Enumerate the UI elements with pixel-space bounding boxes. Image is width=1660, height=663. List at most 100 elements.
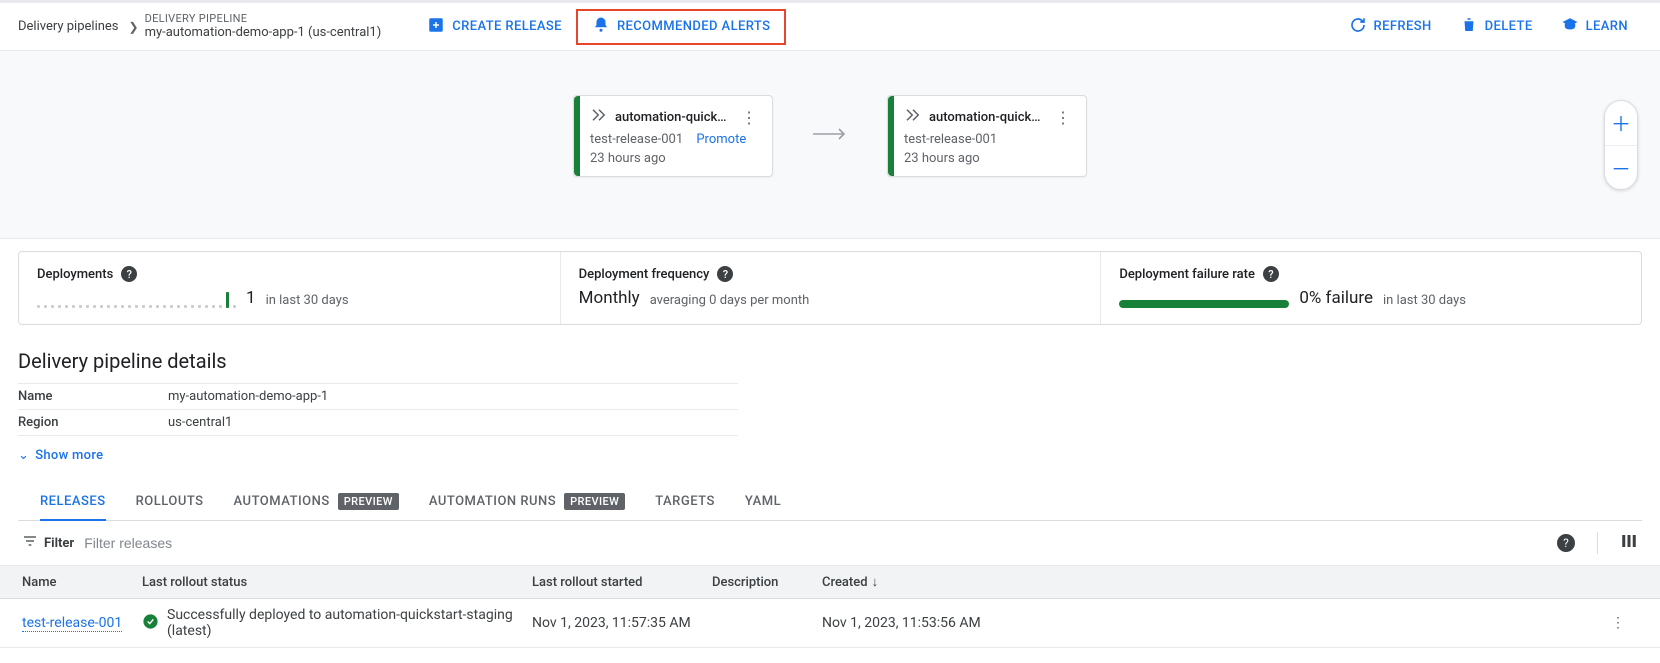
metrics-panel: Deployments ? 1 in last 30 days Deployme… — [18, 251, 1642, 325]
zoom-out-button[interactable]: － — [1605, 145, 1637, 189]
preview-badge: Preview — [338, 493, 399, 510]
fast-forward-icon — [590, 106, 608, 128]
release-created: Nov 1, 2023, 11:53:56 AM — [822, 615, 1002, 631]
breadcrumb-root[interactable]: Delivery pipelines — [18, 19, 119, 34]
filter-label: Filter — [44, 536, 74, 551]
tab-targets[interactable]: Targets — [655, 483, 715, 520]
failure-bar — [1119, 300, 1289, 308]
check-circle-icon — [142, 613, 159, 634]
release-status: Successfully deployed to automation-quic… — [142, 607, 532, 639]
details-table: Name my-automation-demo-app-1 Region us-… — [18, 383, 738, 436]
sparkline — [37, 288, 236, 308]
refresh-button[interactable]: Refresh — [1335, 9, 1446, 45]
show-more-label: Show more — [35, 448, 103, 463]
tab-rollouts[interactable]: Rollouts — [136, 483, 204, 520]
stage-release: test-release-001 — [904, 132, 997, 147]
show-more-button[interactable]: ⌄ Show more — [18, 436, 1642, 469]
chevron-right-icon: ❯ — [129, 20, 139, 34]
separator — [1597, 532, 1598, 554]
tab-bar: Releases Rollouts Automations Preview Au… — [18, 483, 1642, 521]
stage-age: 23 hours ago — [590, 151, 760, 166]
tab-label: Automation runs — [429, 494, 556, 509]
columns-icon[interactable] — [1620, 532, 1638, 554]
metric-failure-rate: Deployment failure rate ? 0% failure in … — [1100, 252, 1641, 324]
metric-value: Monthly — [579, 288, 640, 308]
metric-value: 1 — [246, 288, 256, 308]
filter-icon — [22, 533, 38, 553]
create-release-label: Create release — [452, 19, 562, 34]
create-release-button[interactable]: Create release — [413, 9, 576, 45]
pipeline-stage[interactable]: automation-quicks… ⋮ test-release-001 23… — [887, 95, 1087, 177]
learn-label: Learn — [1586, 19, 1628, 34]
section-heading: Delivery pipeline details — [18, 349, 1642, 373]
stage-release: test-release-001 — [590, 132, 683, 147]
detail-key: Name — [18, 389, 168, 404]
detail-value: my-automation-demo-app-1 — [168, 389, 328, 404]
zoom-in-button[interactable]: ＋ — [1605, 101, 1637, 145]
metric-deployments: Deployments ? 1 in last 30 days — [19, 252, 560, 324]
col-description[interactable]: Description — [712, 575, 822, 590]
tab-releases[interactable]: Releases — [40, 483, 106, 521]
graduation-cap-icon — [1561, 16, 1579, 38]
metric-title: Deployment failure rate — [1119, 267, 1255, 282]
zoom-control: ＋ － — [1604, 100, 1638, 190]
filter-bar: Filter ? — [0, 521, 1660, 566]
preview-badge: Preview — [564, 493, 625, 510]
help-icon[interactable]: ? — [717, 266, 733, 282]
stage-menu-button[interactable]: ⋮ — [738, 108, 760, 127]
col-name[interactable]: Name — [22, 575, 142, 590]
filter-button[interactable]: Filter — [22, 533, 74, 553]
stage-menu-button[interactable]: ⋮ — [1052, 108, 1074, 127]
refresh-icon — [1349, 16, 1367, 38]
arrow-right-icon — [813, 128, 847, 144]
pipeline-canvas[interactable]: automation-quicks… ⋮ test-release-001 Pr… — [0, 51, 1660, 239]
bell-plus-icon — [592, 16, 610, 38]
metric-frequency: Deployment frequency ? Monthly averaging… — [560, 252, 1101, 324]
metric-title: Deployments — [37, 267, 113, 282]
breadcrumb-name: my-automation-demo-app-1 (us-central1) — [145, 25, 382, 41]
chevron-down-icon: ⌄ — [18, 448, 29, 463]
col-started[interactable]: Last rollout started — [532, 575, 712, 590]
page-header: Delivery pipelines ❯ DELIVERY PIPELINE m… — [0, 3, 1660, 51]
detail-value: us-central1 — [168, 415, 232, 430]
help-icon[interactable]: ? — [1557, 534, 1575, 552]
trash-icon — [1460, 16, 1478, 38]
metric-sub: averaging 0 days per month — [650, 293, 810, 308]
detail-key: Region — [18, 415, 168, 430]
arrow-down-icon: ↓ — [872, 574, 879, 590]
help-icon[interactable]: ? — [121, 266, 137, 282]
tab-automations[interactable]: Automations Preview — [234, 483, 399, 520]
col-status[interactable]: Last rollout status — [142, 575, 532, 590]
table-row: test-release-001 Successfully deployed t… — [0, 599, 1660, 648]
stage-age: 23 hours ago — [904, 151, 1074, 166]
col-created-label: Created — [822, 575, 868, 590]
recommended-alerts-button[interactable]: Recommended alerts — [576, 9, 786, 45]
tab-yaml[interactable]: YAML — [745, 483, 781, 520]
tab-label: Automations — [234, 494, 330, 509]
table-header: Name Last rollout status Last rollout st… — [0, 566, 1660, 599]
delete-button[interactable]: Delete — [1446, 9, 1547, 45]
fast-forward-icon — [904, 106, 922, 128]
col-created[interactable]: Created ↓ — [822, 574, 1002, 590]
refresh-label: Refresh — [1374, 19, 1432, 34]
metric-title: Deployment frequency — [579, 267, 710, 282]
recommended-alerts-label: Recommended alerts — [617, 19, 770, 34]
row-menu-button[interactable]: ⋮ — [1598, 615, 1638, 631]
release-link[interactable]: test-release-001 — [22, 615, 122, 632]
promote-button[interactable]: Promote — [696, 132, 746, 147]
stage-name: automation-quicks… — [929, 110, 1045, 125]
help-icon[interactable]: ? — [1263, 266, 1279, 282]
plus-box-icon — [427, 16, 445, 38]
release-status-text: Successfully deployed to automation-quic… — [167, 607, 532, 639]
breadcrumb-current: DELIVERY PIPELINE my-automation-demo-app… — [145, 12, 382, 41]
filter-input[interactable] — [84, 529, 1557, 557]
metric-value: 0% failure — [1299, 288, 1373, 308]
metric-sub: in last 30 days — [1383, 293, 1466, 308]
stage-name: automation-quicks… — [615, 110, 731, 125]
learn-button[interactable]: Learn — [1547, 9, 1642, 45]
metric-window: in last 30 days — [266, 293, 349, 308]
tab-automation-runs[interactable]: Automation runs Preview — [429, 483, 625, 520]
breadcrumb-label: DELIVERY PIPELINE — [145, 12, 382, 25]
release-started: Nov 1, 2023, 11:57:35 AM — [532, 615, 712, 631]
pipeline-stage[interactable]: automation-quicks… ⋮ test-release-001 Pr… — [573, 95, 773, 177]
